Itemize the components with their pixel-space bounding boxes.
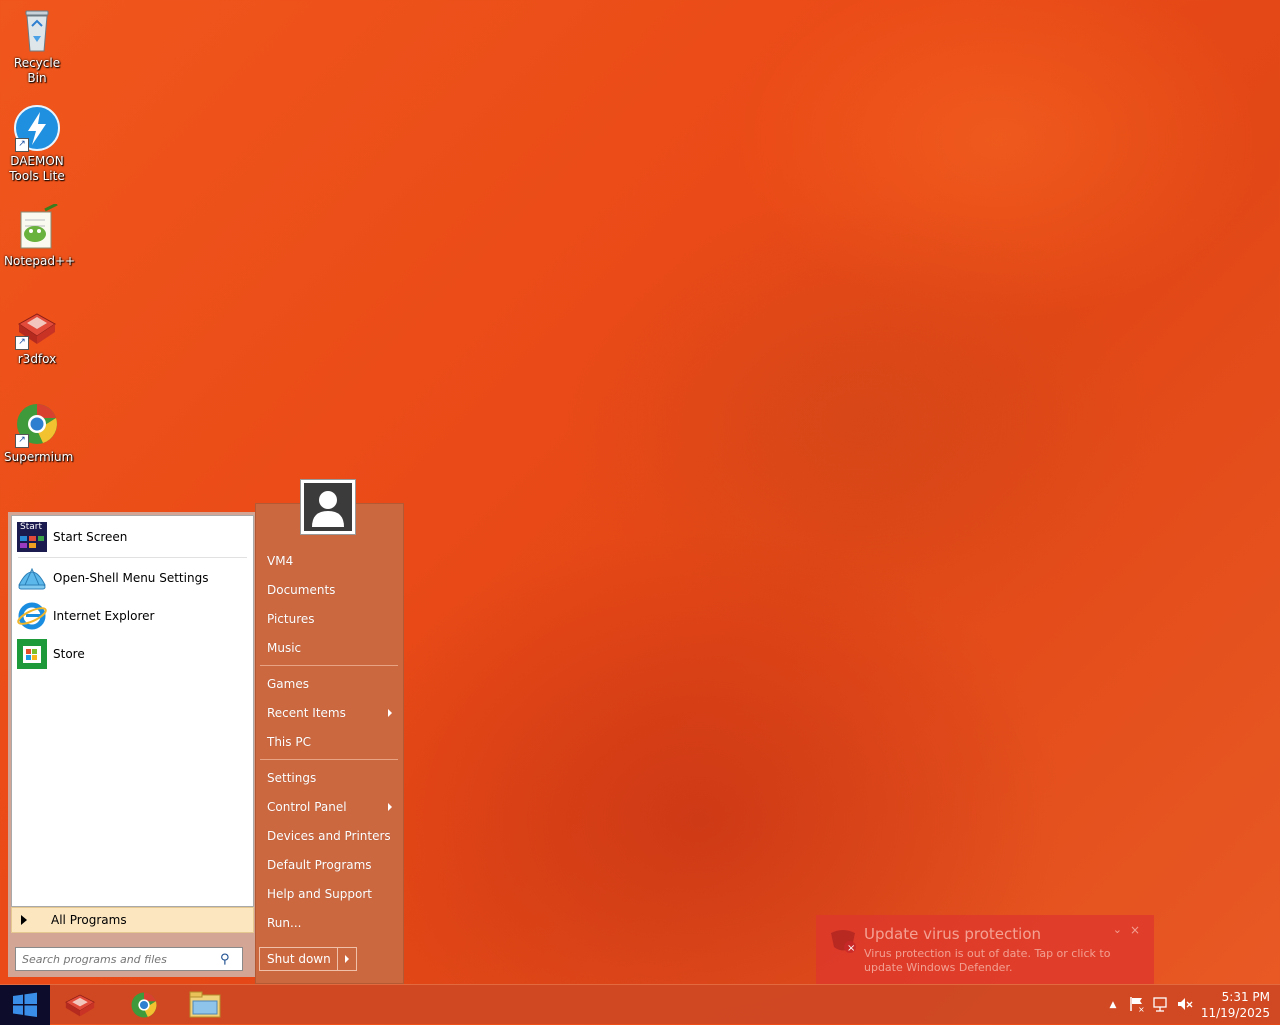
menu-run[interactable]: Run...	[260, 910, 398, 936]
recycle-bin-icon	[13, 6, 61, 54]
start-button[interactable]	[0, 985, 50, 1025]
menu-separator	[260, 665, 398, 666]
file-explorer-icon	[189, 991, 221, 1018]
volume-button[interactable]	[1176, 995, 1194, 1013]
network-button[interactable]	[1152, 995, 1170, 1013]
shutdown-button[interactable]: Shut down	[260, 948, 339, 970]
program-label: Open-Shell Menu Settings	[53, 571, 209, 585]
show-hidden-icons-button[interactable]: ▲	[1104, 995, 1122, 1013]
menu-separator	[260, 759, 398, 760]
start-menu: Start Start Screen Open-Shell Menu Setti…	[0, 479, 404, 984]
programs-separator	[18, 557, 247, 558]
r3dfox-icon	[65, 994, 95, 1017]
desktop-icon-label: Tools Lite	[9, 169, 65, 183]
menu-pictures[interactable]: Pictures	[260, 606, 398, 632]
search-input[interactable]	[20, 951, 220, 967]
svg-text:×: ×	[847, 943, 855, 954]
taskbar-clock[interactable]: 5:31 PM 11/19/2025	[1201, 989, 1270, 1021]
desktop-icon-recycle-bin[interactable]: Recycle Bin	[4, 6, 70, 86]
taskbar: ▲ × 5:31 PM 11/19/2025	[0, 984, 1280, 1025]
menu-documents[interactable]: Documents	[260, 577, 398, 603]
notepad-plus-plus-icon	[13, 202, 61, 252]
desktop-icon-label: Notepad++	[4, 254, 76, 268]
menu-music[interactable]: Music	[260, 635, 398, 661]
menu-control-panel[interactable]: Control Panel	[260, 794, 398, 820]
start-menu-left-pane: Start Start Screen Open-Shell Menu Setti…	[8, 512, 255, 977]
notification-title: Update virus protection	[864, 925, 1042, 943]
desktop-icon-label: Supermium	[4, 450, 74, 464]
taskbar-file-explorer[interactable]	[183, 988, 227, 1022]
program-label: Start Screen	[53, 530, 128, 544]
desktop-icon-label: r3dfox	[17, 352, 57, 366]
shortcut-arrow-icon: ↗	[15, 434, 29, 448]
notification-close-button[interactable]: ×	[1130, 923, 1140, 937]
taskbar-supermium[interactable]	[122, 988, 166, 1022]
store-icon	[17, 639, 47, 669]
submenu-arrow-icon	[388, 709, 392, 717]
clock-time: 5:31 PM	[1221, 990, 1270, 1004]
internet-explorer-icon	[17, 601, 47, 631]
search-box[interactable]: ⚲	[15, 947, 243, 971]
volume-muted-icon	[1178, 998, 1193, 1010]
supermium-icon	[131, 992, 157, 1018]
network-icon	[1153, 997, 1167, 1012]
desktop-icon-supermium[interactable]: ↗ Supermium	[4, 400, 74, 465]
search-icon[interactable]: ⚲	[220, 952, 230, 967]
menu-devices-printers[interactable]: Devices and Printers	[260, 823, 398, 849]
program-store[interactable]: Store	[12, 636, 253, 672]
desktop-icon-label: Recycle Bin	[13, 56, 61, 85]
programs-list: Start Start Screen Open-Shell Menu Setti…	[11, 515, 254, 907]
menu-settings[interactable]: Settings	[260, 765, 398, 791]
windows-logo-icon	[13, 992, 37, 1017]
menu-user-folder[interactable]: VM4	[260, 548, 398, 574]
chevron-right-icon	[345, 955, 350, 963]
clock-date: 11/19/2025	[1200, 1006, 1270, 1020]
user-avatar[interactable]	[300, 479, 356, 535]
menu-recent-items-label: Recent Items	[267, 706, 346, 720]
all-programs-label: All Programs	[51, 913, 127, 927]
user-icon	[304, 483, 352, 531]
taskbar-r3dfox[interactable]	[58, 988, 102, 1022]
defender-warning-icon: ×	[828, 925, 858, 955]
defender-notification[interactable]: × Update virus protection Virus protecti…	[816, 915, 1154, 985]
program-internet-explorer[interactable]: Internet Explorer	[12, 598, 253, 634]
menu-help-support[interactable]: Help and Support	[260, 881, 398, 907]
chevron-up-icon: ▲	[1109, 1000, 1117, 1010]
desktop-icon-label: DAEMON	[10, 154, 64, 168]
notification-body: Virus protection is out of date. Tap or …	[864, 947, 1111, 974]
svg-text:×: ×	[1138, 1005, 1145, 1013]
supermium-icon: ↗	[13, 400, 61, 448]
submenu-arrow-icon	[388, 803, 392, 811]
shutdown-options-button[interactable]	[338, 948, 356, 970]
shutdown-control: Shut down	[259, 947, 357, 971]
action-center-flag-icon: ×	[1130, 997, 1145, 1014]
expand-arrow-icon	[21, 915, 27, 925]
menu-default-programs[interactable]: Default Programs	[260, 852, 398, 878]
program-label: Store	[53, 647, 85, 661]
desktop-icon-daemon-tools[interactable]: ↗ DAEMON Tools Lite	[4, 104, 70, 184]
desktop-icon-notepad-plus-plus[interactable]: Notepad++	[4, 202, 76, 269]
action-center-button[interactable]: ×	[1128, 995, 1146, 1014]
start-screen-badge: Start	[20, 522, 42, 532]
start-screen-icon: Start	[17, 522, 47, 552]
open-shell-icon	[17, 563, 47, 593]
shortcut-arrow-icon: ↗	[15, 138, 29, 152]
menu-recent-items[interactable]: Recent Items	[260, 700, 398, 726]
program-label: Internet Explorer	[53, 609, 155, 623]
menu-control-panel-label: Control Panel	[267, 800, 347, 814]
menu-games[interactable]: Games	[260, 671, 398, 697]
menu-this-pc[interactable]: This PC	[260, 729, 398, 755]
desktop-icon-r3dfox[interactable]: ↗ r3dfox	[4, 302, 70, 367]
program-start-screen[interactable]: Start Start Screen	[12, 519, 253, 555]
notification-minimize-button[interactable]: ⌄	[1113, 923, 1122, 936]
daemon-tools-icon: ↗	[13, 104, 61, 152]
shortcut-arrow-icon: ↗	[15, 336, 29, 350]
all-programs-button[interactable]: All Programs	[11, 907, 254, 933]
start-menu-right-pane: VM4 Documents Pictures Music Games Recen…	[255, 503, 404, 984]
program-open-shell-settings[interactable]: Open-Shell Menu Settings	[12, 560, 253, 596]
r3dfox-icon: ↗	[13, 302, 61, 350]
